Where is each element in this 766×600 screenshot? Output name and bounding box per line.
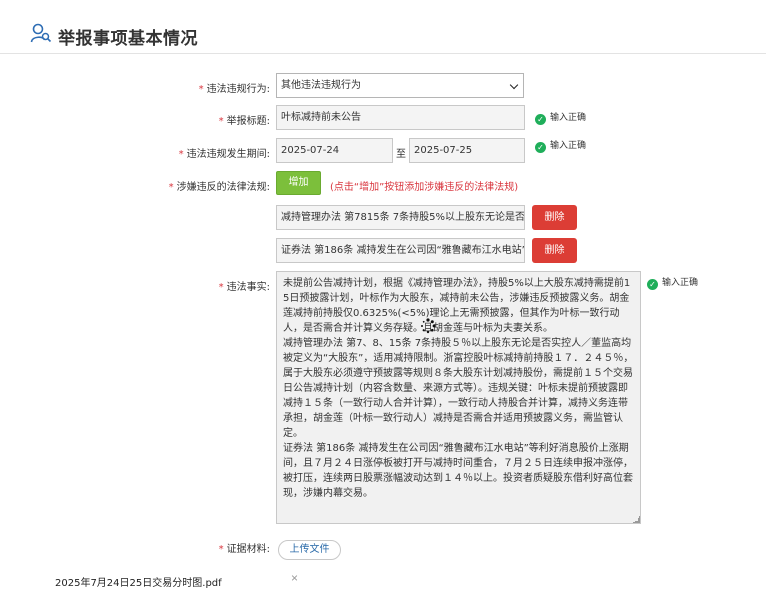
violation-type-value: 其他违法违规行为 [281,80,361,91]
delete-law-button[interactable]: 删除 [532,238,577,263]
page-title: 举报事项基本情况 [58,29,198,49]
law-item-input[interactable]: 证券法 第186条 减持发生在公司因“雅鲁藏布江水电站”等利好消息 [276,238,525,263]
period-label: * 违法违规发生期间: [178,149,270,160]
check-circle-icon: ✓ [535,142,546,153]
chevron-down-icon [509,80,519,90]
user-search-icon [30,23,52,43]
add-law-button[interactable]: 增加 [276,171,321,195]
add-law-hint: (点击“增加”按钮添加涉嫌违反的法律法规) [330,182,519,193]
facts-label: * 违法事实: [218,282,270,293]
upload-file-button[interactable]: 上传文件 [278,540,341,560]
period-separator: 至 [396,149,406,160]
period-status: ✓ 输入正确 [535,140,586,153]
check-circle-icon: ✓ [535,114,546,125]
facts-status: ✓ 输入正确 [647,277,698,290]
period-end-input[interactable]: 2025-07-25 [409,138,525,163]
period-start-input[interactable]: 2025-07-24 [276,138,393,163]
report-title-input[interactable]: 叶标减持前未公告 [276,105,525,130]
laws-label: * 涉嫌违反的法律法规: [168,182,270,193]
facts-textarea[interactable]: 未提前公告减持计划，根据《减持管理办法》，持股5%以上大股东减持需提前15日预披… [276,271,641,524]
evidence-label: * 证据材料: [218,544,270,555]
section-header: 举报事项基本情况 [0,0,766,54]
report-title-label: * 举报标题: [218,116,270,127]
resize-handle-icon[interactable] [633,516,640,523]
uploaded-file-name: 2025年7月24日25日交易分时图.pdf [55,578,222,589]
delete-law-button[interactable]: 删除 [532,205,577,230]
check-circle-icon: ✓ [647,279,658,290]
violation-type-label: * 违法违规行为: [198,84,270,95]
law-item-input[interactable]: 减持管理办法 第7815条 7条持股5%以上股东无论是否实控人 [276,205,525,230]
remove-file-icon[interactable]: × [291,571,298,585]
busy-cursor-icon [421,318,436,334]
violation-type-select[interactable]: 其他违法违规行为 [276,73,524,98]
report-title-status: ✓ 输入正确 [535,112,586,125]
